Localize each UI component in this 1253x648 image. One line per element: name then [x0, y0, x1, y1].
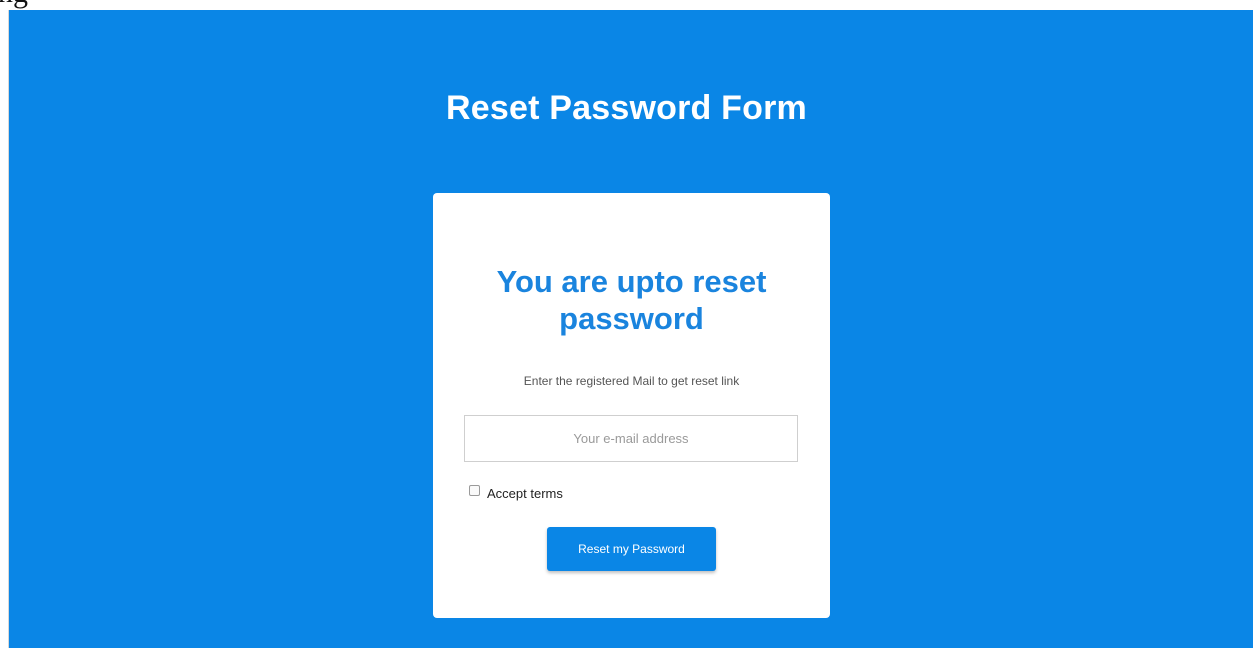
- page-title: Reset Password Form: [446, 89, 807, 127]
- reset-password-button[interactable]: Reset my Password: [547, 527, 716, 571]
- reset-password-card: You are upto reset password Enter the re…: [433, 193, 830, 618]
- card-heading: You are upto reset password: [496, 264, 767, 336]
- document-text-fragment: ng: [0, 0, 28, 8]
- accept-terms-checkbox[interactable]: [469, 485, 480, 496]
- card-subtitle: Enter the registered Mail to get reset l…: [523, 374, 740, 388]
- page: ng Reset Password Form You are upto rese…: [0, 0, 1253, 648]
- accept-terms-label[interactable]: Accept terms: [487, 486, 563, 501]
- accept-terms-row[interactable]: Accept terms: [469, 485, 563, 501]
- email-input[interactable]: [464, 415, 798, 462]
